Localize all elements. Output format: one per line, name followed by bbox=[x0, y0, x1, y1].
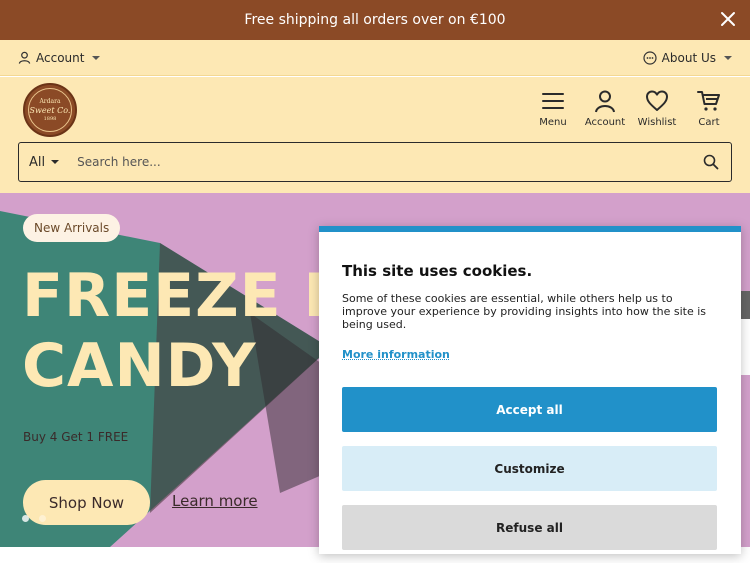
search-input[interactable] bbox=[69, 143, 691, 181]
search-category-select[interactable]: All bbox=[19, 143, 69, 181]
chevron-down-icon bbox=[51, 160, 60, 164]
customize-button[interactable]: Customize bbox=[342, 446, 717, 491]
page: Free shipping all orders over on €100 Ac… bbox=[0, 0, 750, 563]
cart-icon bbox=[697, 91, 720, 111]
account-label: Account bbox=[584, 117, 626, 128]
cart-label: Cart bbox=[698, 117, 720, 128]
cookie-consent-dialog: This site uses cookies. Some of these co… bbox=[319, 226, 741, 554]
cart-button[interactable]: Cart bbox=[692, 89, 726, 128]
about-dropdown[interactable]: About Us bbox=[643, 51, 732, 65]
chevron-down-icon bbox=[92, 55, 101, 60]
site-header: Ardara Sweet Co. 1898 Menu Account Wishl… bbox=[0, 77, 750, 193]
utility-bar: Account About Us bbox=[0, 40, 750, 76]
account-dropdown[interactable]: Account bbox=[18, 50, 101, 65]
accept-all-button[interactable]: Accept all bbox=[342, 387, 717, 432]
logo-text-top: Ardara bbox=[39, 97, 61, 105]
slider-dot-1[interactable] bbox=[22, 515, 29, 522]
cookie-title: This site uses cookies. bbox=[342, 262, 533, 280]
logo-text-year: 1898 bbox=[43, 115, 57, 122]
menu-icon bbox=[542, 93, 564, 109]
side-widget-tab[interactable] bbox=[740, 291, 750, 319]
site-logo[interactable]: Ardara Sweet Co. 1898 bbox=[23, 83, 77, 137]
account-dropdown-label: Account bbox=[36, 50, 85, 65]
new-arrivals-badge: New Arrivals bbox=[23, 214, 121, 242]
account-button[interactable]: Account bbox=[584, 89, 626, 128]
user-icon bbox=[18, 51, 31, 64]
user-icon bbox=[595, 90, 615, 113]
more-information-link[interactable]: More information bbox=[342, 348, 450, 361]
learn-more-link[interactable]: Learn more bbox=[172, 492, 258, 510]
close-icon[interactable] bbox=[718, 9, 738, 29]
slider-dots bbox=[22, 515, 46, 522]
announcement-text: Free shipping all orders over on €100 bbox=[244, 12, 506, 28]
about-dropdown-label: About Us bbox=[661, 50, 716, 65]
hero-promo-text: Buy 4 Get 1 FREE bbox=[23, 430, 129, 444]
heart-icon bbox=[646, 90, 668, 111]
search-icon bbox=[703, 154, 719, 170]
search-bar: All bbox=[18, 142, 732, 182]
refuse-all-button[interactable]: Refuse all bbox=[342, 505, 717, 550]
header-nav: Menu Account Wishlist Cart bbox=[536, 89, 726, 128]
chevron-down-icon bbox=[724, 55, 732, 60]
announcement-bar: Free shipping all orders over on €100 bbox=[0, 0, 750, 40]
wishlist-button[interactable]: Wishlist bbox=[637, 89, 677, 128]
search-category-value: All bbox=[29, 154, 46, 170]
search-button[interactable] bbox=[691, 143, 731, 181]
logo-text-main: Sweet Co. bbox=[29, 105, 71, 115]
chat-icon bbox=[643, 50, 657, 65]
wishlist-label: Wishlist bbox=[637, 117, 677, 128]
menu-label: Menu bbox=[539, 117, 567, 128]
menu-button[interactable]: Menu bbox=[536, 89, 570, 128]
side-widget-panel bbox=[741, 319, 750, 375]
cookie-body: Some of these cookies are essential, whi… bbox=[342, 292, 707, 331]
slider-dot-2[interactable] bbox=[39, 515, 46, 522]
